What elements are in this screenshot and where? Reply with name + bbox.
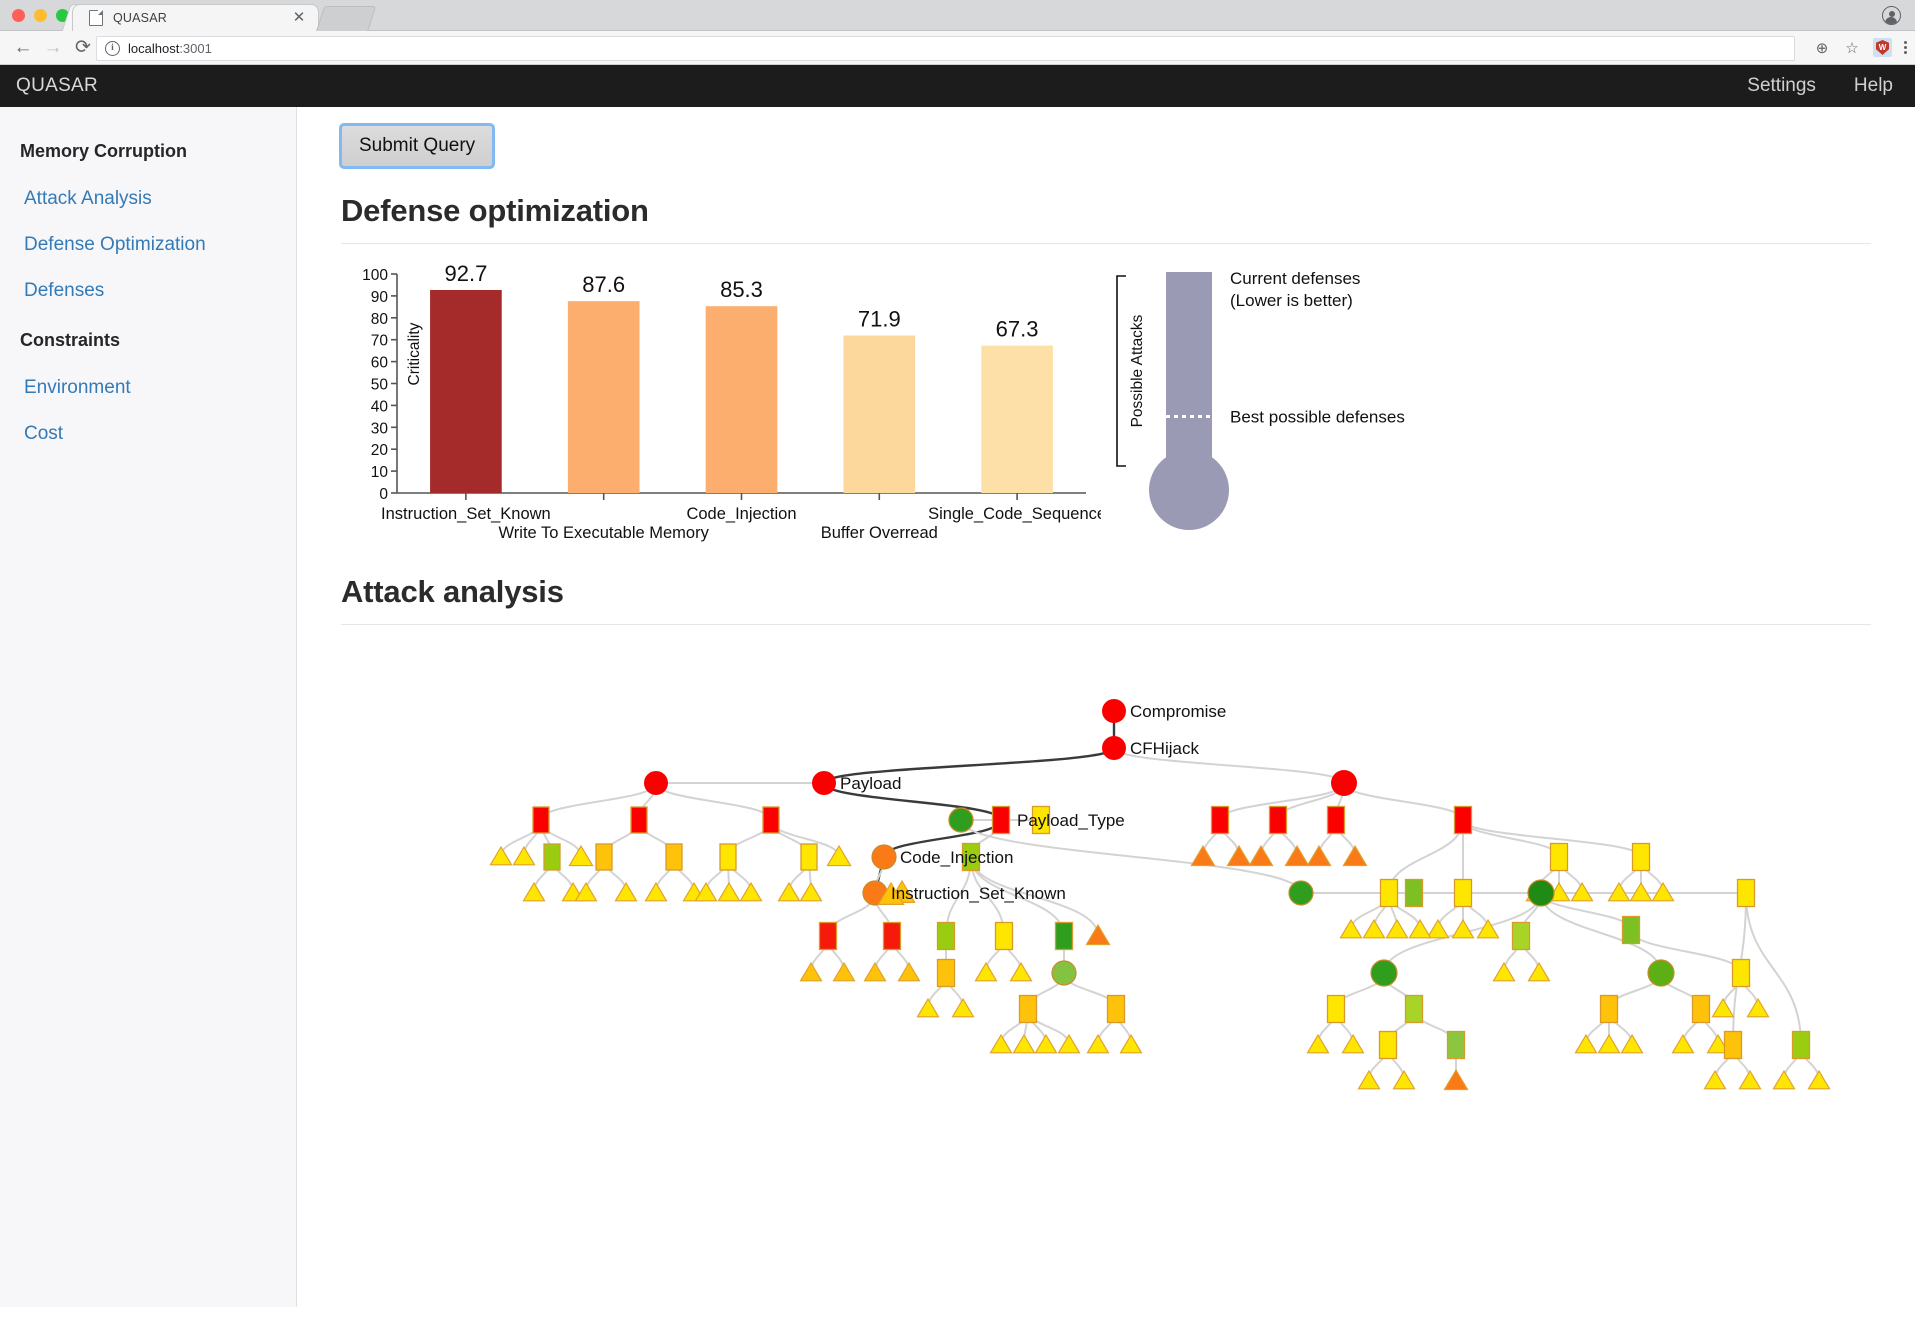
- section-divider-1: [341, 243, 1871, 244]
- sidebar-item-environment[interactable]: Environment: [0, 365, 296, 411]
- svg-text:87.6: 87.6: [582, 272, 625, 297]
- app-nav: Settings Help: [1747, 75, 1893, 97]
- site-info-icon[interactable]: i: [105, 41, 120, 56]
- tree-node-label: Payload: [840, 774, 901, 793]
- defense-thermometer: Possible Attacks Current defenses (Lower i…: [1101, 258, 1871, 548]
- app-brand: QUASAR: [16, 75, 99, 96]
- sidebar-item-defenses[interactable]: Defenses: [0, 268, 296, 314]
- toolbar-actions: ⊕ ☆ W: [1813, 31, 1907, 64]
- browser-menu-icon[interactable]: [1904, 41, 1907, 54]
- url-text: localhost:3001: [128, 41, 212, 56]
- bar-chart-svg: 0 10 20 30 40 50 60 70 80 90 100 92.7 Instruction_Se…: [362, 261, 1101, 542]
- main-content: Submit Query Defense optimization 0 10 20 3…: [297, 107, 1915, 1307]
- svg-text:Single_Code_Sequence: Single_Code_Sequence: [928, 505, 1101, 523]
- section-divider-2: [341, 624, 1871, 625]
- svg-text:Write To Executable Memory: Write To Executable Memory: [499, 524, 710, 542]
- sidebar-group-memory-corruption: Memory Corruption: [20, 141, 188, 161]
- bookmark-star-icon[interactable]: ☆: [1843, 39, 1861, 57]
- svg-text:Possible Attacks: Possible Attacks: [1129, 314, 1146, 427]
- close-window-button[interactable]: [12, 9, 25, 22]
- sidebar-item-attack-analysis[interactable]: Attack Analysis: [0, 176, 296, 222]
- tree-node-label: CFHijack: [1130, 739, 1199, 758]
- svg-text:10: 10: [371, 464, 389, 481]
- browser-toolbar: ← → ⟳ i localhost:3001 ⊕ ☆ W: [0, 31, 1915, 65]
- attack-tree-svg[interactable]: Compromise CFHijack Payload Payload_TypeCod…: [341, 643, 1871, 1163]
- tree-node-label: Code_Injection: [900, 848, 1013, 867]
- tree-node-label: Instruction_Set_Known: [891, 884, 1066, 903]
- zoom-icon[interactable]: ⊕: [1813, 39, 1831, 57]
- address-bar[interactable]: i localhost:3001: [96, 36, 1795, 61]
- minimize-window-button[interactable]: [34, 9, 47, 22]
- svg-text:90: 90: [371, 289, 389, 306]
- reload-icon[interactable]: ⟳: [68, 33, 98, 63]
- sidebar: Memory Corruption Attack Analysis Defens…: [0, 107, 297, 1307]
- attack-tree: Compromise CFHijack Payload Payload_Type Cod…: [341, 643, 1871, 1163]
- sidebar-group-constraints: Constraints: [20, 330, 121, 350]
- back-icon[interactable]: ←: [8, 33, 38, 63]
- svg-text:40: 40: [371, 398, 389, 415]
- svg-text:67.3: 67.3: [996, 317, 1039, 342]
- shield-extension-icon[interactable]: W: [1873, 38, 1892, 57]
- browser-window: QUASAR ✕ ← → ⟳ i localhost:3001 ⊕ ☆ W QU…: [0, 0, 1915, 1317]
- svg-text:20: 20: [371, 442, 389, 459]
- sidebar-item-cost[interactable]: Cost: [0, 411, 296, 457]
- svg-text:0: 0: [379, 486, 388, 503]
- svg-text:92.7: 92.7: [444, 261, 487, 286]
- new-tab-button[interactable]: [315, 6, 377, 32]
- sidebar-item-defense-optimization[interactable]: Defense Optimization: [0, 222, 296, 268]
- page-icon: [89, 9, 104, 26]
- thermometer-svg: Possible Attacks Current defenses (Lower i…: [1116, 269, 1405, 530]
- svg-text:80: 80: [371, 311, 389, 328]
- browser-tabstrip: QUASAR ✕: [0, 0, 1915, 32]
- svg-text:60: 60: [371, 355, 389, 372]
- forward-icon[interactable]: →: [38, 33, 68, 63]
- svg-text:70: 70: [371, 333, 389, 350]
- section-title-attack-analysis: Attack analysis: [341, 574, 564, 609]
- app-header: QUASAR Settings Help: [0, 65, 1915, 107]
- svg-text:85.3: 85.3: [720, 277, 763, 302]
- svg-text:Code_Injection: Code_Injection: [686, 505, 796, 523]
- tab-title: QUASAR: [113, 11, 167, 25]
- svg-text:Current defenses: Current defenses: [1230, 269, 1360, 288]
- app-body: Memory Corruption Attack Analysis Defens…: [0, 107, 1915, 1307]
- svg-text:100: 100: [362, 267, 388, 284]
- nav-settings[interactable]: Settings: [1747, 75, 1816, 97]
- defense-panels: 0 10 20 30 40 50 60 70 80 90 100 92.7 Instruction_Se…: [341, 258, 1871, 548]
- svg-text:Best possible defenses: Best possible defenses: [1230, 407, 1405, 426]
- svg-text:Instruction_Set_Known: Instruction_Set_Known: [381, 505, 551, 523]
- url-host: localhost: [128, 41, 180, 56]
- window-controls[interactable]: [12, 9, 69, 22]
- browser-tab[interactable]: QUASAR ✕: [72, 4, 319, 31]
- tree-node-label: Payload_Type: [1017, 811, 1125, 830]
- svg-text:71.9: 71.9: [858, 307, 901, 332]
- svg-text:Buffer Overread: Buffer Overread: [821, 524, 938, 542]
- nav-help[interactable]: Help: [1854, 75, 1893, 97]
- svg-text:50: 50: [371, 377, 389, 394]
- svg-text:30: 30: [371, 420, 389, 437]
- submit-query-button[interactable]: Submit Query: [338, 123, 496, 169]
- criticality-bar-chart: 0 10 20 30 40 50 60 70 80 90 100 92.7 Instruction_Se…: [341, 258, 1101, 548]
- close-tab-icon[interactable]: ✕: [292, 10, 306, 25]
- tree-node-label: Compromise: [1130, 702, 1226, 721]
- svg-text:Criticality: Criticality: [406, 322, 423, 385]
- profile-avatar-icon[interactable]: [1882, 6, 1901, 25]
- url-port: :3001: [179, 41, 212, 56]
- svg-text:(Lower is better): (Lower is better): [1230, 291, 1353, 310]
- section-title-defense-optimization: Defense optimization: [341, 193, 649, 228]
